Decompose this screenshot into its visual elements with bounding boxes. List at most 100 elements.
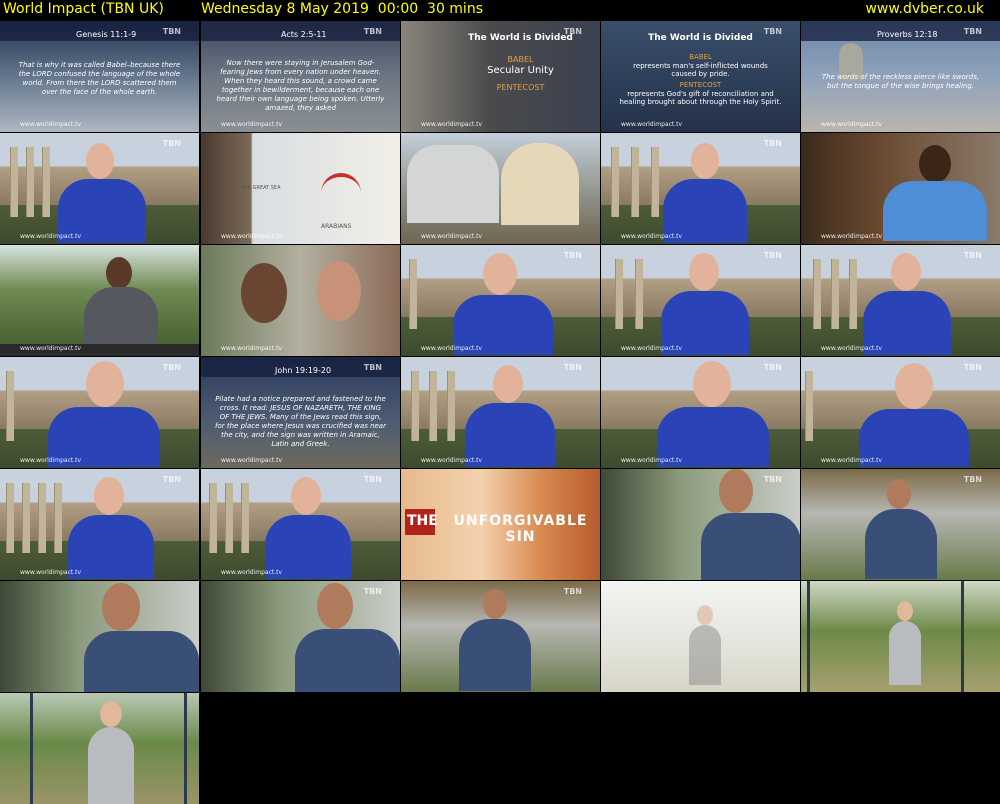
thumbnail-23[interactable]: THE UNFORGIVABLE SIN	[401, 469, 600, 580]
channel-logo: TBN	[963, 475, 982, 484]
column	[209, 483, 217, 553]
thumbnail-9[interactable]: TBN www.worldimpact.tv	[601, 133, 800, 244]
thumbnail-8[interactable]: www.worldimpact.tv	[401, 133, 600, 244]
swing-pole	[184, 693, 187, 804]
presenter	[453, 253, 563, 355]
scripture-reference: Genesis 11:1-9	[76, 30, 137, 39]
thumbnail-10[interactable]: www.worldimpact.tv	[801, 133, 1000, 244]
thumbnail-22[interactable]: TBN www.worldimpact.tv	[201, 469, 400, 580]
channel-logo: TBN	[763, 475, 782, 484]
column	[54, 483, 62, 553]
thumbnail-19[interactable]: TBN www.worldimpact.tv	[601, 357, 800, 468]
presenter	[48, 361, 168, 467]
column	[447, 371, 455, 441]
thumbnail-2[interactable]: Acts 2:5-11 TBN Now there were staying i…	[201, 21, 400, 132]
channel-logo: TBN	[162, 27, 181, 36]
thumbnail-12[interactable]: www.worldimpact.tv	[201, 245, 400, 356]
pentecost-label: PENTECOST	[679, 81, 722, 89]
thumbnail-1[interactable]: Genesis 11:1-9 TBN That is why it was ca…	[0, 21, 199, 132]
watermark: www.worldimpact.tv	[20, 121, 82, 128]
thumbnail-14[interactable]: TBN www.worldimpact.tv	[601, 245, 800, 356]
thumbnail-26[interactable]	[0, 581, 199, 692]
thumbnail-29[interactable]	[601, 581, 800, 692]
channel-logo: TBN	[162, 475, 181, 484]
watermark: www.worldimpact.tv	[221, 457, 283, 464]
column	[411, 371, 419, 441]
watermark: www.worldimpact.tv	[821, 345, 883, 352]
babel-label: BABEL	[507, 55, 534, 64]
channel-logo: TBN	[763, 363, 782, 372]
babel-label: BABEL	[689, 53, 712, 61]
column	[26, 147, 34, 217]
thumbnail-24[interactable]: TBN	[601, 469, 800, 580]
channel-logo: TBN	[563, 27, 582, 36]
watermark: www.worldimpact.tv	[621, 457, 683, 464]
channel-logo: TBN	[162, 363, 181, 372]
watermark: www.worldimpact.tv	[421, 457, 483, 464]
thumbnail-13[interactable]: TBN www.worldimpact.tv	[401, 245, 600, 356]
column	[651, 147, 659, 217]
column	[631, 147, 639, 217]
column	[38, 483, 46, 553]
title-card-the: THE	[407, 513, 438, 529]
babel-text: represents man's self-inflicted wounds c…	[633, 62, 768, 78]
thumbnail-5[interactable]: Proverbs 12:18 TBN The words of the reck…	[801, 21, 1000, 132]
column	[429, 371, 437, 441]
thumbnail-6[interactable]: TBN www.worldimpact.tv	[0, 133, 199, 244]
thumbnail-20[interactable]: TBN www.worldimpact.tv	[801, 357, 1000, 468]
column	[42, 147, 50, 217]
title-card-main: UNFORGIVABLE SIN	[453, 513, 588, 545]
thumbnail-11[interactable]: www.worldimpact.tv	[0, 245, 199, 356]
column	[241, 483, 249, 553]
tent	[407, 145, 499, 223]
thumbnail-30[interactable]	[801, 581, 1000, 692]
swing-pole	[30, 693, 33, 804]
programme-title: World Impact (TBN UK)	[3, 1, 164, 17]
channel-logo: TBN	[363, 587, 382, 596]
channel-logo: TBN	[162, 139, 181, 148]
watermark: www.worldimpact.tv	[20, 233, 82, 240]
woman-on-swing-faded	[685, 605, 725, 685]
channel-logo: TBN	[363, 475, 382, 484]
speaker-young-man	[459, 589, 535, 691]
scripture-text: The words of the reckless pierce like sw…	[821, 73, 980, 90]
column	[813, 259, 821, 329]
thumbnail-4[interactable]: The World is Divided TBN BABEL represent…	[601, 21, 800, 132]
scripture-reference: Acts 2:5-11	[281, 30, 327, 39]
channel-logo: TBN	[563, 363, 582, 372]
speaker-seated	[78, 257, 168, 355]
column	[22, 483, 30, 553]
pentecost-label: PENTECOST	[496, 83, 545, 92]
channel-logo: TBN	[363, 363, 382, 372]
thumbnail-25[interactable]: TBN	[801, 469, 1000, 580]
pentecost-text: represents God's gift of reconciliation …	[619, 90, 782, 106]
thumbnail-31[interactable]	[0, 693, 199, 804]
tent	[501, 143, 579, 225]
thumbnail-27[interactable]: TBN	[201, 581, 400, 692]
column	[635, 259, 643, 329]
thumbnail-16[interactable]: TBN www.worldimpact.tv	[0, 357, 199, 468]
column	[10, 147, 18, 217]
presenter	[265, 477, 365, 579]
scripture-reference: Proverbs 12:18	[877, 30, 938, 39]
watermark: www.worldimpact.tv	[621, 345, 683, 352]
speaker-young-man	[84, 581, 199, 692]
presenter	[663, 143, 763, 243]
column	[6, 371, 14, 441]
thumbnail-21[interactable]: TBN www.worldimpact.tv	[0, 469, 199, 580]
channel-logo: TBN	[963, 27, 982, 36]
column	[409, 259, 417, 329]
site-link[interactable]: www.dvber.co.uk	[865, 0, 984, 18]
presenter	[863, 253, 963, 355]
thumbnail-28[interactable]: TBN	[401, 581, 600, 692]
thumbnail-17[interactable]: John 19:19-20 TBN Pilate had a notice pr…	[201, 357, 400, 468]
thumbnail-7[interactable]: THE GREAT SEA ARABIANS www.worldimpact.t…	[201, 133, 400, 244]
channel-logo: TBN	[763, 251, 782, 260]
thumbnail-18[interactable]: TBN www.worldimpact.tv	[401, 357, 600, 468]
watermark: www.worldimpact.tv	[221, 233, 283, 240]
thumbnail-3[interactable]: The World is Divided TBN BABEL Secular U…	[401, 21, 600, 132]
thumbnail-15[interactable]: TBN www.worldimpact.tv	[801, 245, 1000, 356]
map-region-label: ARABIANS	[321, 223, 352, 230]
map-sea-label: THE GREAT SEA	[241, 185, 281, 191]
swing-pole	[807, 581, 810, 692]
